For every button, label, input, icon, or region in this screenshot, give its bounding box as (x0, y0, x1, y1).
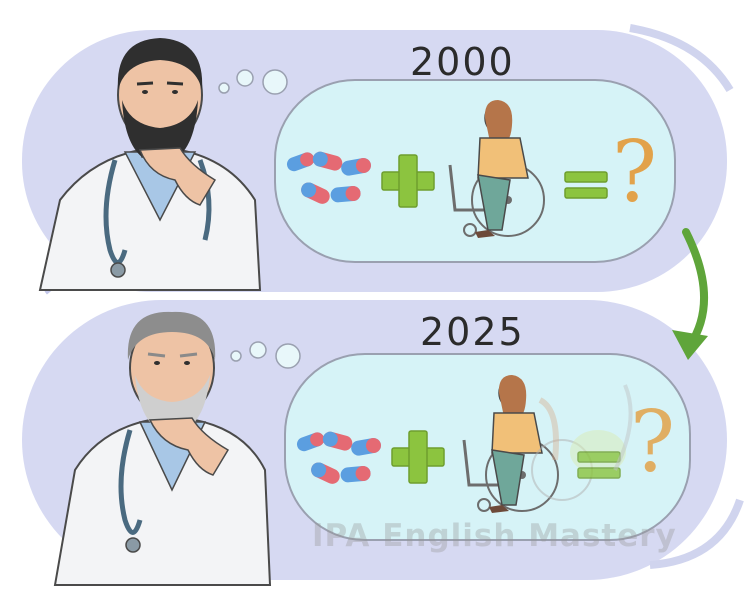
question-mark-bottom: ? (630, 393, 676, 491)
illustration (22, 24, 744, 586)
watermark: IPA English Mastery (312, 518, 677, 554)
year-label-bottom: 2025 (420, 310, 525, 354)
question-mark-top: ? (612, 123, 658, 221)
year-label-top: 2000 (410, 40, 515, 84)
